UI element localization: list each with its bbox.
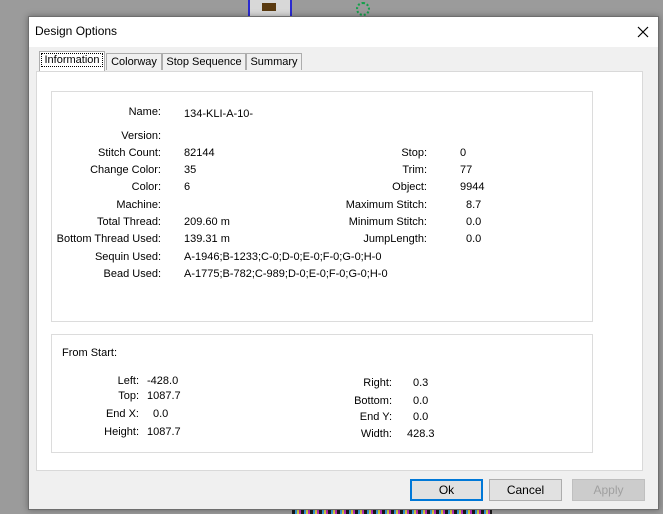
tab-information[interactable]: Information — [39, 51, 105, 71]
width-value: 428.3 — [407, 428, 435, 440]
stop-value: 0 — [460, 147, 467, 159]
tab-information-label: Information — [41, 53, 103, 67]
apply-button[interactable]: Apply — [572, 479, 645, 501]
left-label: Left: — [117, 375, 139, 387]
object-label: Object: — [392, 181, 427, 193]
color-value: 6 — [184, 181, 191, 193]
left-value: -428.0 — [147, 375, 179, 387]
from-start-group: From Start: Left: -428.0 Top: 1087.7 End… — [51, 334, 593, 453]
tab-colorway[interactable]: Colorway — [106, 53, 162, 70]
min-stitch-value: 0.0 — [466, 216, 482, 228]
information-panel: Name: 134-KLI-A-10- Version: Stitch Coun… — [36, 71, 643, 471]
change-color-label: Change Color: — [90, 164, 161, 176]
background-artwork-top-2 — [352, 0, 374, 16]
right-value: 0.3 — [413, 377, 429, 389]
width-label: Width: — [360, 428, 392, 440]
tab-stop-sequence-label: Stop Sequence — [166, 56, 242, 68]
end-y-value: 0.0 — [413, 411, 429, 423]
bottom-thread-label: Bottom Thread Used: — [56, 233, 161, 245]
end-x-value: 0.0 — [153, 408, 169, 420]
stop-label: Stop: — [401, 147, 427, 159]
total-thread-value: 209.60 m — [184, 216, 230, 228]
tab-summary-label: Summary — [250, 56, 298, 68]
right-label: Right: — [363, 377, 392, 389]
height-value: 1087.7 — [147, 426, 181, 438]
max-stitch-label: Maximum Stitch: — [345, 199, 427, 211]
dialog-title: Design Options — [35, 24, 118, 38]
end-x-label: End X: — [105, 408, 139, 420]
height-label: Height: — [104, 426, 139, 438]
tab-colorway-label: Colorway — [111, 56, 157, 68]
sequin-used-label: Sequin Used: — [94, 251, 161, 263]
ok-button[interactable]: Ok — [410, 479, 483, 501]
bottom-label: Bottom: — [354, 395, 392, 407]
design-options-dialog: Design Options Information Colorway Stop… — [28, 16, 659, 510]
object-value: 9944 — [460, 181, 485, 193]
min-stitch-label: Minimum Stitch: — [348, 216, 427, 228]
close-icon — [637, 26, 649, 38]
machine-label: Machine: — [116, 199, 161, 211]
sequin-used-value: A-1946;B-1233;C-0;D-0;E-0;F-0;G-0;H-0 — [184, 251, 382, 263]
total-thread-label: Total Thread: — [96, 216, 161, 228]
color-label: Color: — [131, 181, 161, 193]
change-color-value: 35 — [184, 164, 197, 176]
from-start-title: From Start: — [62, 347, 118, 359]
bottom-thread-value: 139.31 m — [184, 233, 230, 245]
top-value: 1087.7 — [147, 390, 181, 402]
version-label: Version: — [121, 130, 161, 142]
tab-summary[interactable]: Summary — [246, 53, 302, 70]
design-info-group: Name: 134-KLI-A-10- Version: Stitch Coun… — [51, 91, 593, 322]
bottom-value: 0.0 — [413, 395, 429, 407]
stitch-count-label: Stitch Count: — [98, 147, 161, 159]
name-value: 134-KLI-A-10- — [184, 108, 254, 120]
stitch-count-value: 82144 — [184, 147, 215, 159]
end-y-label: End Y: — [359, 411, 392, 423]
name-label: Name: — [128, 106, 161, 118]
bead-used-label: Bead Used: — [103, 268, 161, 280]
jump-length-label: JumpLength: — [363, 233, 427, 245]
title-bar: Design Options — [29, 17, 658, 47]
bead-used-value: A-1775;B-782;C-989;D-0;E-0;F-0;G-0;H-0 — [184, 268, 388, 280]
trim-value: 77 — [460, 164, 473, 176]
max-stitch-value: 8.7 — [466, 199, 482, 211]
trim-label: Trim: — [402, 164, 427, 176]
cancel-button[interactable]: Cancel — [489, 479, 562, 501]
jump-length-value: 0.0 — [466, 233, 482, 245]
top-label: Top: — [118, 390, 139, 402]
tab-stop-sequence[interactable]: Stop Sequence — [162, 53, 246, 70]
close-button[interactable] — [628, 17, 658, 47]
